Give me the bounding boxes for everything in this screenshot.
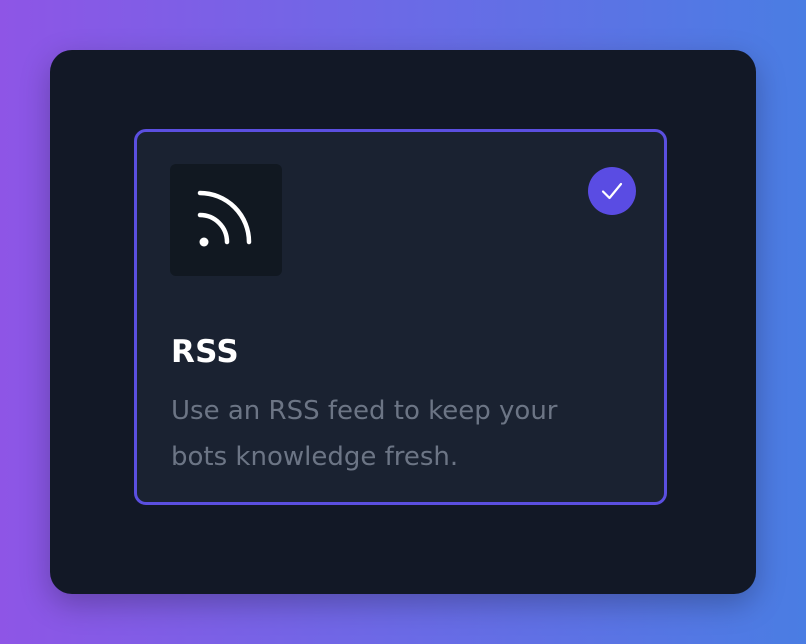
rss-icon — [197, 190, 252, 247]
rss-source-card[interactable]: RSS Use an RSS feed to keep your bots kn… — [134, 129, 667, 505]
card-description: Use an RSS feed to keep your bots knowle… — [171, 396, 558, 472]
modal-panel: RSS Use an RSS feed to keep your bots kn… — [50, 50, 756, 594]
check-icon — [601, 182, 623, 200]
rss-icon-tile — [170, 164, 282, 276]
selected-check-badge — [588, 167, 636, 215]
card-title: RSS — [171, 334, 240, 370]
